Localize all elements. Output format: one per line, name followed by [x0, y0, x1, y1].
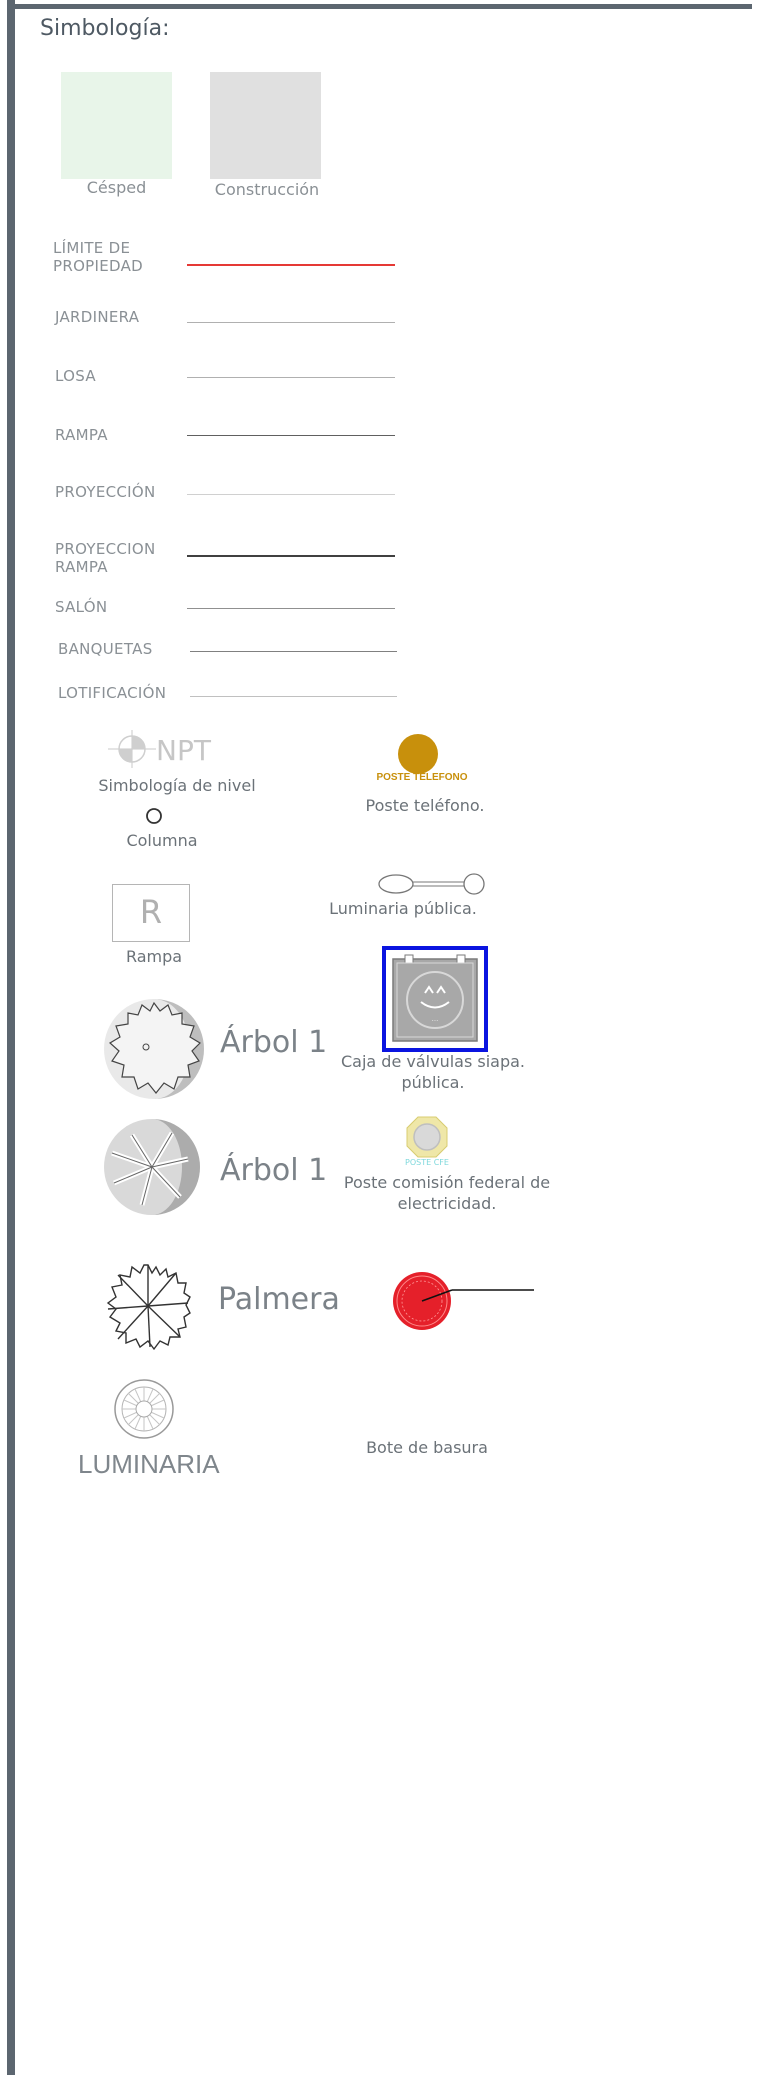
- line-losa: [187, 377, 395, 378]
- poste-telefono-tag: POSTE TELEFONO: [376, 772, 468, 783]
- tree-icon: [104, 1119, 200, 1215]
- arbol1b-label: Árbol 1: [220, 1153, 328, 1188]
- poste-telefono-icon: [398, 734, 438, 774]
- luminaria-label: LUMINARIA: [78, 1449, 220, 1479]
- line-label-banquetas: BANQUETAS: [58, 640, 153, 658]
- line-label-proyeccion-rampa: PROYECCION RAMPA: [55, 540, 156, 576]
- luminaria-publica-caption: Luminaria pública.: [329, 899, 477, 918]
- luminaria-icon: [114, 1379, 174, 1439]
- luminaria-publica-icon: [378, 873, 485, 895]
- frame-top-gap: [15, 0, 752, 4]
- line-lotificacion: [190, 696, 397, 697]
- line-label-salon: SALÓN: [55, 598, 108, 616]
- poste-cfe-caption: Poste comisión federal de electricidad.: [343, 1173, 551, 1213]
- palmera-label: Palmera: [218, 1282, 340, 1317]
- caja-valvulas-icon: ...: [382, 946, 488, 1052]
- caja-valvulas-caption: Caja de válvulas siapa. pública.: [340, 1052, 526, 1092]
- frame-left-border: [7, 0, 15, 2075]
- line-limite: [187, 264, 395, 266]
- poste-cfe-icon: [406, 1116, 448, 1158]
- swatch-construccion-label: Construcción: [214, 180, 320, 199]
- line-label-jardinera: JARDINERA: [55, 308, 140, 326]
- palm-icon: [106, 1264, 191, 1351]
- bote-basura-icon: [393, 1272, 534, 1330]
- line-label-limite: LÍMITE DE PROPIEDAD: [53, 239, 144, 275]
- rampa-letter: R: [139, 893, 163, 931]
- line-jardinera: [187, 322, 395, 323]
- line-salon: [187, 608, 395, 609]
- columna-caption: Columna: [126, 831, 198, 850]
- swatch-construccion: [210, 72, 321, 179]
- swatch-cesped-label: Césped: [86, 178, 147, 197]
- bote-basura-caption: Bote de basura: [366, 1438, 488, 1457]
- nivel-caption: Simbología de nivel: [98, 776, 256, 795]
- npt-level-icon: [108, 730, 156, 768]
- poste-telefono-caption: Poste teléfono.: [365, 796, 485, 815]
- line-label-losa: LOSA: [55, 367, 96, 385]
- line-rampa: [187, 435, 395, 436]
- arbol1a-label: Árbol 1: [220, 1025, 328, 1060]
- poste-cfe-tag: POSTE CFE: [405, 1158, 449, 1167]
- line-label-lotificacion: LOTIFICACIÓN: [58, 684, 167, 702]
- columna-icon: [146, 808, 162, 824]
- rampa-caption: Rampa: [125, 947, 183, 966]
- line-proyeccion-rampa: [187, 555, 395, 557]
- line-label-proyeccion: PROYECCIÓN: [55, 483, 156, 501]
- line-proyeccion: [187, 494, 395, 495]
- swatch-cesped: [61, 72, 172, 179]
- npt-text: NPT: [156, 734, 211, 767]
- tree-icon: [104, 999, 204, 1099]
- line-banquetas: [190, 651, 397, 652]
- line-label-rampa: RAMPA: [55, 426, 108, 444]
- svg-text:...: ...: [432, 1015, 439, 1023]
- legend-title: Simbología:: [40, 16, 170, 41]
